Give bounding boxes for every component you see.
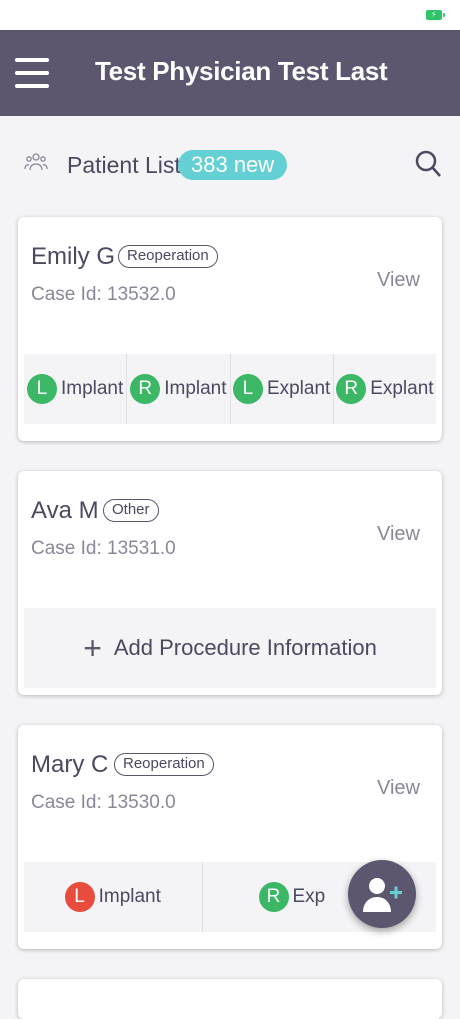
patient-name: Emily G xyxy=(31,243,115,270)
patient-list-header: Patient List 383 new xyxy=(0,116,460,212)
view-link[interactable]: View xyxy=(377,777,420,800)
hamburger-icon[interactable] xyxy=(15,57,49,89)
case-type-tag: Reoperation xyxy=(114,753,214,776)
battery-charging-icon: ⚡ xyxy=(426,10,445,20)
plus-icon: + xyxy=(83,630,102,666)
side-indicator: R xyxy=(336,374,367,404)
add-user-icon xyxy=(363,878,402,912)
patient-card[interactable]: Ava M Other Case Id: 13531.0 View + Add … xyxy=(18,471,442,695)
procedure-label: Explant xyxy=(266,378,331,399)
patient-list-title: Patient List xyxy=(67,152,181,178)
case-type-tag: Other xyxy=(103,499,159,522)
patient-name: Ava M xyxy=(31,497,99,524)
procedure-label: Implant xyxy=(98,886,161,907)
app-title: Test Physician Test Last xyxy=(95,56,388,86)
procedure-label: Exp xyxy=(292,886,326,907)
app-header: Test Physician Test Last xyxy=(0,30,460,116)
procedure-item[interactable]: R Implant xyxy=(127,354,231,424)
procedure-item[interactable]: R Explant xyxy=(334,354,436,424)
patient-name: Mary C xyxy=(31,751,109,778)
procedure-label: Explant xyxy=(370,378,434,399)
side-indicator: L xyxy=(26,374,57,404)
users-icon xyxy=(24,153,48,171)
procedure-item[interactable]: L Implant xyxy=(24,354,128,424)
procedure-label: Implant xyxy=(164,378,227,399)
case-type-tag: Reoperation xyxy=(118,245,218,268)
case-id: Case Id: 13531.0 xyxy=(31,538,176,559)
side-indicator: L xyxy=(232,374,263,404)
procedure-item[interactable]: L Implant xyxy=(24,862,203,932)
side-indicator: R xyxy=(130,374,161,404)
status-bar: ⚡ xyxy=(0,0,460,30)
procedure-item[interactable]: L Explant xyxy=(231,354,334,424)
side-indicator: R xyxy=(258,882,289,912)
procedure-row: L Implant R Implant L Explant R Explant xyxy=(24,354,436,424)
add-procedure-label: Add Procedure Information xyxy=(113,635,377,660)
patient-card[interactable] xyxy=(18,979,442,1019)
view-link[interactable]: View xyxy=(377,269,420,292)
add-procedure-button[interactable]: + Add Procedure Information xyxy=(24,608,436,688)
case-id: Case Id: 13530.0 xyxy=(31,792,176,813)
procedure-label: Implant xyxy=(60,378,124,399)
patient-card[interactable]: Emily G Reoperation Case Id: 13532.0 Vie… xyxy=(18,217,442,441)
add-patient-button[interactable] xyxy=(348,860,416,928)
case-id: Case Id: 13532.0 xyxy=(31,284,176,305)
search-icon[interactable] xyxy=(414,148,442,180)
side-indicator: L xyxy=(64,882,95,912)
view-link[interactable]: View xyxy=(377,523,420,546)
new-count-badge: 383 new xyxy=(178,150,288,180)
